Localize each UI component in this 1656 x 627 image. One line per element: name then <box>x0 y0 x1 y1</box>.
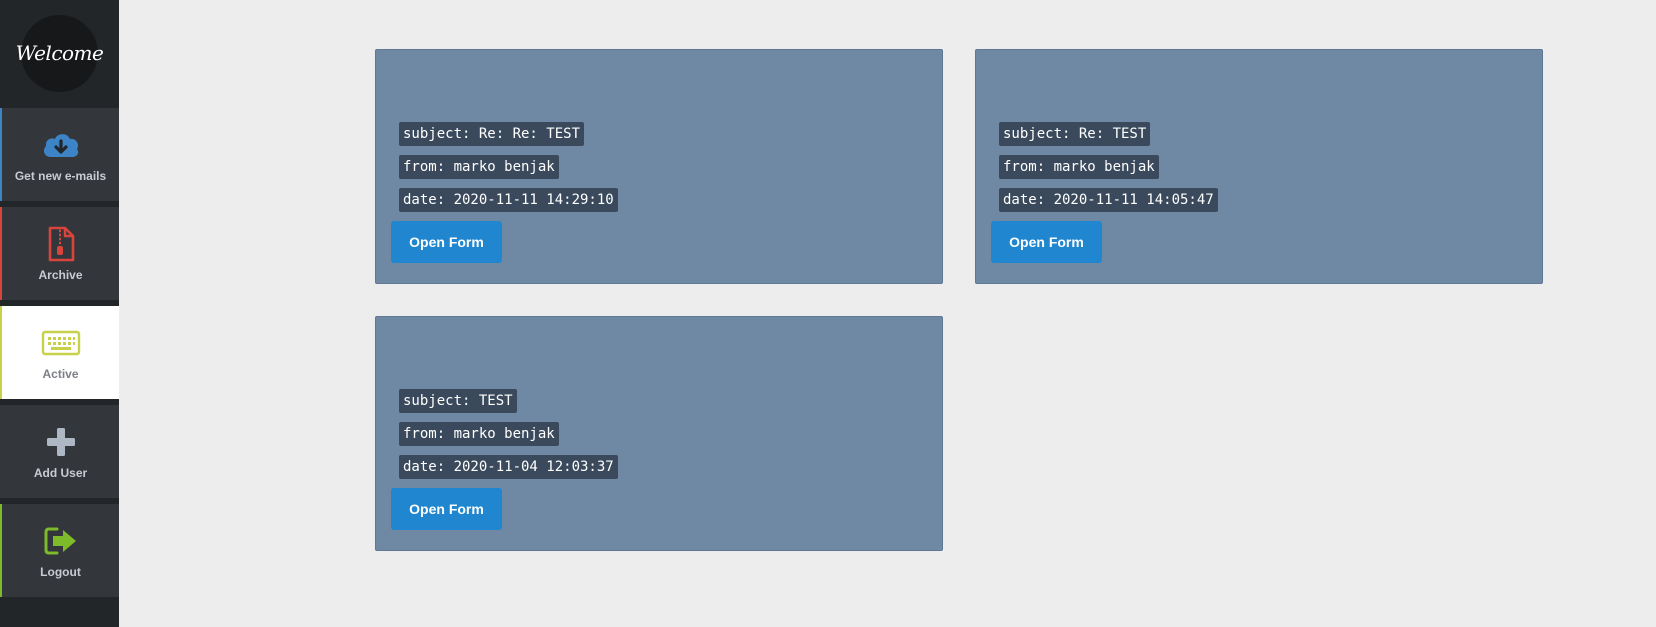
sidebar-item-archive[interactable]: Archive <box>0 207 119 300</box>
open-form-button[interactable]: Open Form <box>391 221 502 263</box>
sidebar-item-add-user[interactable]: Add User <box>0 405 119 498</box>
email-date: date: 2020-11-04 12:03:37 <box>399 455 618 479</box>
logo-area: Welcome <box>0 0 119 106</box>
sidebar-item-label: Logout <box>40 565 81 579</box>
open-form-button[interactable]: Open Form <box>391 488 502 530</box>
email-subject: subject: Re: TEST <box>999 122 1151 146</box>
plus-icon <box>41 423 81 461</box>
sidebar-item-label: Add User <box>33 466 88 480</box>
sidebar-item-get-new-emails[interactable]: Get new e-mails <box>0 108 119 201</box>
file-zipper-icon <box>41 225 81 263</box>
email-from: from: marko benjak <box>399 422 559 446</box>
sidebar-item-active[interactable]: Active <box>0 306 119 399</box>
email-from: from: marko benjak <box>399 155 559 179</box>
email-card: subject: Re: TEST from: marko benjak dat… <box>975 49 1543 284</box>
open-form-button[interactable]: Open Form <box>991 221 1102 263</box>
email-subject: subject: TEST <box>399 389 517 413</box>
sidebar-item-logout[interactable]: Logout <box>0 504 119 597</box>
sign-out-icon <box>41 522 81 560</box>
sidebar-item-label: Archive <box>38 268 83 282</box>
email-date: date: 2020-11-11 14:29:10 <box>399 188 618 212</box>
cloud-download-icon <box>41 126 81 164</box>
email-card: subject: Re: Re: TEST from: marko benjak… <box>375 49 943 284</box>
sidebar-item-label: Active <box>42 367 79 381</box>
sidebar: Welcome Get new e-mails Archive Active A… <box>0 0 119 627</box>
sidebar-item-label: Get new e-mails <box>14 169 107 183</box>
keyboard-icon <box>41 324 81 362</box>
email-from: from: marko benjak <box>999 155 1159 179</box>
welcome-logo[interactable]: Welcome <box>16 14 104 92</box>
email-subject: subject: Re: Re: TEST <box>399 122 585 146</box>
email-date: date: 2020-11-11 14:05:47 <box>999 188 1218 212</box>
email-card: subject: TEST from: marko benjak date: 2… <box>375 316 943 551</box>
